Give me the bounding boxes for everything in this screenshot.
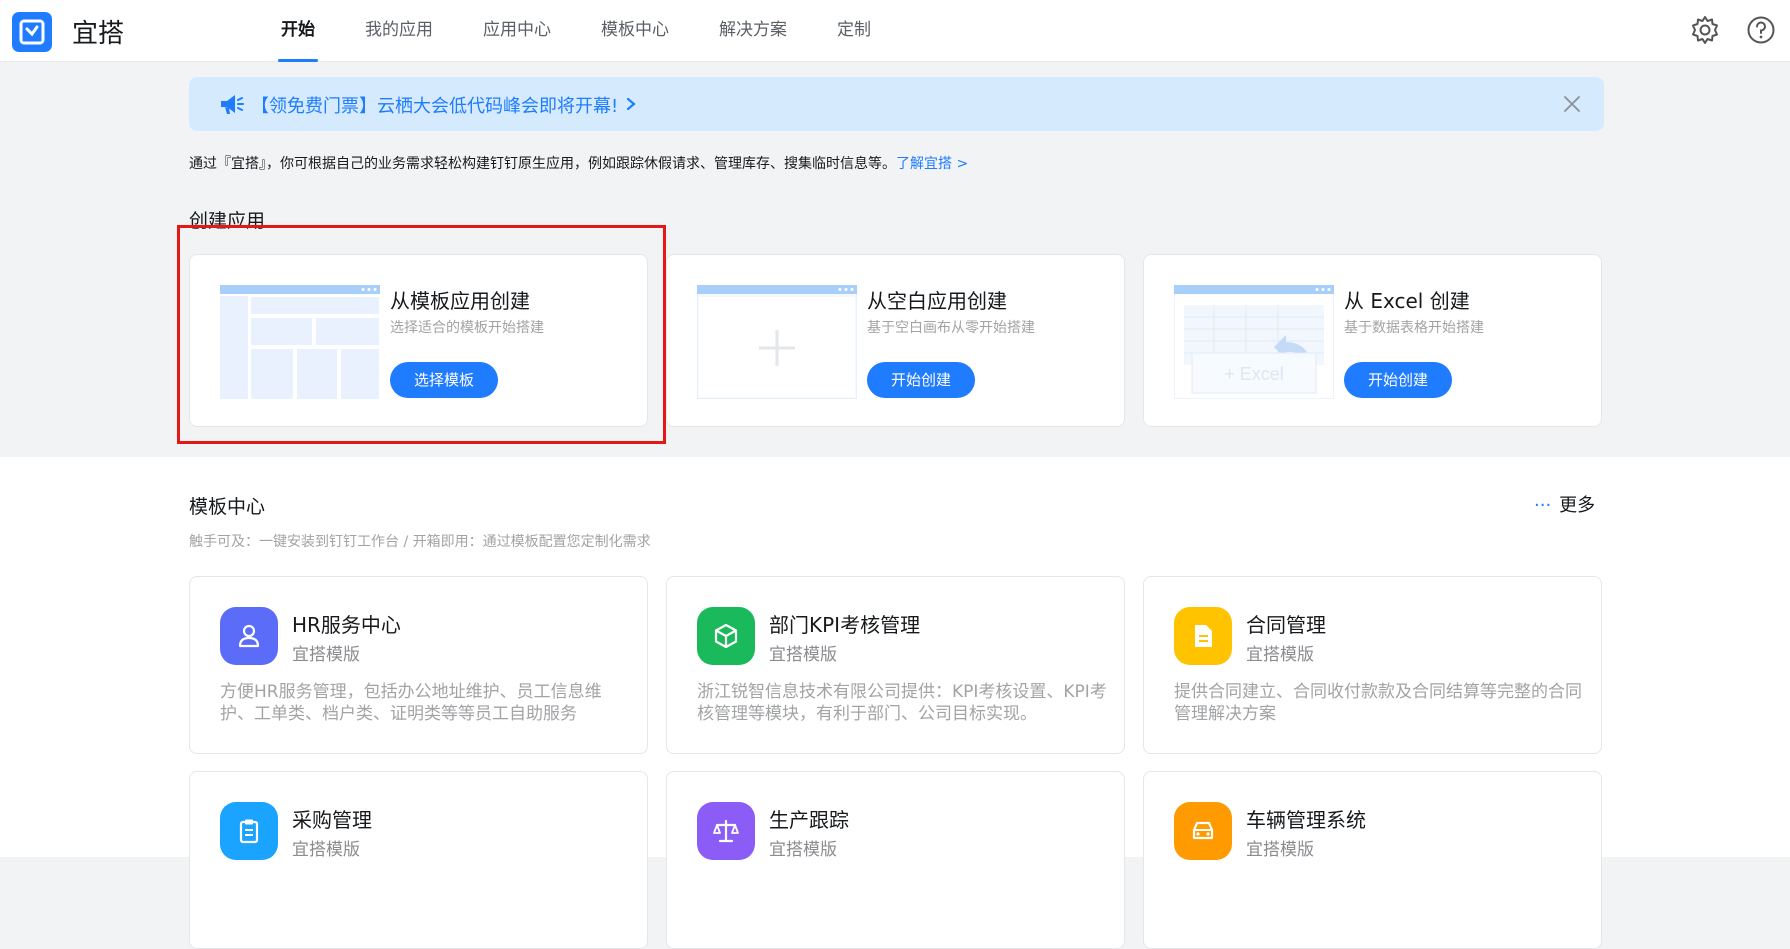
template-card-vehicle[interactable]: 车辆管理系统 宜搭模版 xyxy=(1143,771,1602,949)
template-card-production[interactable]: 生产跟踪 宜搭模版 xyxy=(666,771,1125,949)
template-tag: 宜搭模版 xyxy=(292,840,360,860)
template-card-kpi[interactable]: 部门KPI考核管理 宜搭模版 浙江锐智信息技术有限公司提供：KPI考核设置、KP… xyxy=(666,576,1125,754)
car-icon xyxy=(1174,802,1232,860)
nav-app-center[interactable]: 应用中心 xyxy=(458,0,576,62)
nav-start[interactable]: 开始 xyxy=(256,0,340,62)
highlight-box xyxy=(177,225,666,444)
excel-thumb-text: + Excel xyxy=(1224,364,1284,384)
main-nav: 开始 我的应用 应用中心 模板中心 解决方案 定制 xyxy=(256,0,896,62)
template-name: 采购管理 xyxy=(292,808,372,832)
card-subtitle: 基于空白画布从零开始搭建 xyxy=(867,320,1035,336)
template-card-hr[interactable]: HR服务中心 宜搭模版 方便HR服务管理，包括办公地址维护、员工信息维护、工单类… xyxy=(189,576,648,754)
template-tag: 宜搭模版 xyxy=(769,840,837,860)
template-name: 合同管理 xyxy=(1246,613,1326,637)
template-center-note: 触手可及：一键安装到钉钉工作台 / 开箱即用：通过模板配置您定制化需求 xyxy=(189,534,651,550)
template-card-purchase[interactable]: 采购管理 宜搭模版 xyxy=(189,771,648,949)
template-card-contract[interactable]: 合同管理 宜搭模版 提供合同建立、合同收付款款及合同结算等完整的合同管理解决方案 xyxy=(1143,576,1602,754)
template-name: 车辆管理系统 xyxy=(1246,808,1366,832)
chevron-right-icon[interactable] xyxy=(625,97,637,111)
template-desc: 提供合同建立、合同收付款款及合同结算等完整的合同管理解决方案 xyxy=(1174,682,1582,724)
template-tag: 宜搭模版 xyxy=(292,645,360,665)
start-create-excel-button[interactable]: 开始创建 xyxy=(1344,362,1453,398)
user-icon xyxy=(220,607,278,665)
more-link[interactable]: ··· 更多 xyxy=(1534,491,1595,517)
balance-icon xyxy=(697,802,755,860)
template-tag: 宜搭模版 xyxy=(1246,645,1314,665)
nav-solutions[interactable]: 解决方案 xyxy=(694,0,812,62)
template-name: 生产跟踪 xyxy=(769,808,849,832)
template-desc: 方便HR服务管理，包括办公地址维护、员工信息维护、工单类、档户类、证明类等等员工… xyxy=(220,682,602,724)
intro-body: 通过『宜搭』，你可根据自己的业务需求轻松构建钉钉原生应用，例如跟踪休假请求、管理… xyxy=(189,156,896,172)
nav-template-center[interactable]: 模板中心 xyxy=(576,0,694,62)
gear-icon[interactable] xyxy=(1690,15,1720,45)
cube-icon xyxy=(697,607,755,665)
megaphone-icon xyxy=(221,95,244,114)
brand-name: 宜搭 xyxy=(72,19,125,49)
template-tag: 宜搭模版 xyxy=(769,645,837,665)
more-dots-icon: ··· xyxy=(1534,495,1552,516)
template-name: HR服务中心 xyxy=(292,613,401,637)
help-icon[interactable] xyxy=(1746,15,1776,45)
card-title: 从 Excel 创建 xyxy=(1344,289,1470,313)
clipboard-icon xyxy=(220,802,278,860)
close-icon[interactable] xyxy=(1563,95,1581,113)
intro-text: 通过『宜搭』，你可根据自己的业务需求轻松构建钉钉原生应用，例如跟踪休假请求、管理… xyxy=(189,153,968,173)
template-center-title: 模板中心 xyxy=(189,496,266,518)
nav-my-apps[interactable]: 我的应用 xyxy=(340,0,458,62)
card-subtitle: 基于数据表格开始搭建 xyxy=(1344,320,1484,336)
more-label: 更多 xyxy=(1559,495,1596,516)
logo-icon xyxy=(19,19,45,45)
banner-text[interactable]: 【领免费门票】云栖大会低代码峰会即将开幕! xyxy=(251,92,618,118)
learn-more-link[interactable]: 了解宜搭 > xyxy=(896,156,968,172)
card-title: 从空白应用创建 xyxy=(867,289,1007,313)
announcement-banner[interactable]: 【领免费门票】云栖大会低代码峰会即将开幕! xyxy=(189,77,1604,131)
excel-thumbnail: + Excel xyxy=(1174,285,1334,399)
template-name: 部门KPI考核管理 xyxy=(769,613,921,637)
template-tag: 宜搭模版 xyxy=(1246,840,1314,860)
blank-thumbnail xyxy=(697,285,857,399)
yida-logo[interactable] xyxy=(12,12,52,52)
create-from-blank-card[interactable]: 从空白应用创建 基于空白画布从零开始搭建 开始创建 xyxy=(666,254,1125,427)
template-desc: 浙江锐智信息技术有限公司提供：KPI考核设置、KPI考核管理等模块，有利于部门、… xyxy=(697,682,1107,724)
nav-customize[interactable]: 定制 xyxy=(812,0,896,62)
top-navigation-bar: 宜搭 开始 我的应用 应用中心 模板中心 解决方案 定制 xyxy=(0,0,1790,62)
document-icon xyxy=(1174,607,1232,665)
create-from-excel-card[interactable]: + Excel 从 Excel 创建 基于数据表格开始搭建 开始创建 xyxy=(1143,254,1602,427)
start-create-blank-button[interactable]: 开始创建 xyxy=(867,362,976,398)
